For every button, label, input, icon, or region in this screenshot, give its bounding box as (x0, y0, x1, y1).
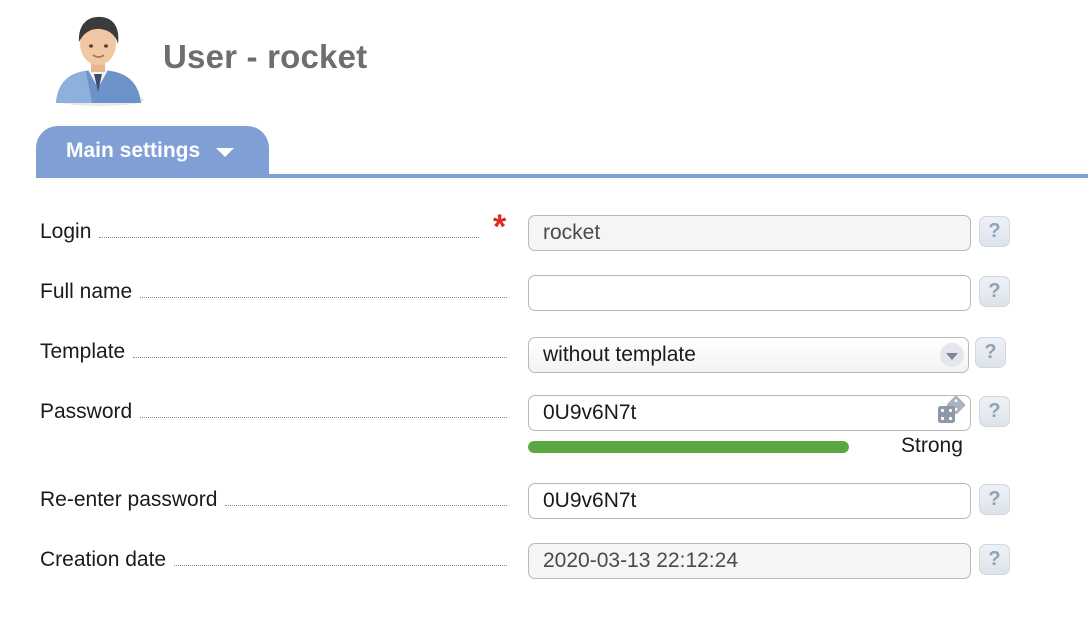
full-name-label: Full name (40, 280, 133, 303)
leader-dots (225, 504, 507, 506)
login-label-row: Login (40, 220, 507, 244)
password-value: 0U9v6N7t (543, 401, 637, 424)
reenter-password-label: Re-enter password (40, 488, 218, 511)
template-label: Template (40, 340, 126, 363)
full-name-label-row: Full name (40, 280, 507, 304)
full-name-field[interactable] (528, 275, 971, 311)
password-strength-bar (528, 441, 849, 453)
tab-label: Main settings (66, 139, 201, 162)
creation-date-field[interactable]: 2020-03-13 22:12:24 (528, 543, 971, 579)
template-select-value: without template (543, 343, 696, 366)
password-strength-label: Strong (901, 434, 963, 457)
template-label-row: Template (40, 340, 507, 364)
tab-underline (36, 174, 1088, 178)
password-field[interactable]: 0U9v6N7t (528, 395, 971, 431)
creation-date-label: Creation date (40, 548, 167, 571)
password-strength-fill (528, 441, 849, 453)
dice-icon[interactable] (936, 392, 972, 428)
help-icon-reenter-password[interactable]: ? (979, 484, 1010, 515)
leader-dots (140, 416, 507, 418)
tab-main-settings[interactable]: Main settings (36, 126, 269, 176)
reenter-password-field[interactable]: 0U9v6N7t (528, 483, 971, 519)
chevron-down-icon (940, 343, 964, 367)
leader-dots (140, 296, 507, 298)
leader-dots (174, 564, 507, 566)
page-title: User - rocket (163, 38, 368, 75)
password-label-row: Password (40, 400, 507, 424)
login-label: Login (40, 220, 92, 243)
leader-dots (133, 356, 507, 358)
password-label: Password (40, 400, 133, 423)
reenter-password-label-row: Re-enter password (40, 488, 507, 512)
creation-date-label-row: Creation date (40, 548, 507, 572)
help-icon-login[interactable]: ? (979, 216, 1010, 247)
leader-dots (99, 236, 479, 238)
help-icon-password[interactable]: ? (979, 396, 1010, 427)
login-field[interactable]: rocket (528, 215, 971, 251)
user-avatar-icon (56, 16, 144, 106)
template-select[interactable]: without template (528, 337, 969, 373)
required-marker: * (493, 208, 507, 246)
help-icon-creation-date[interactable]: ? (979, 544, 1010, 575)
chevron-down-icon (216, 148, 235, 157)
help-icon-template[interactable]: ? (975, 337, 1006, 368)
help-icon-full-name[interactable]: ? (979, 276, 1010, 307)
